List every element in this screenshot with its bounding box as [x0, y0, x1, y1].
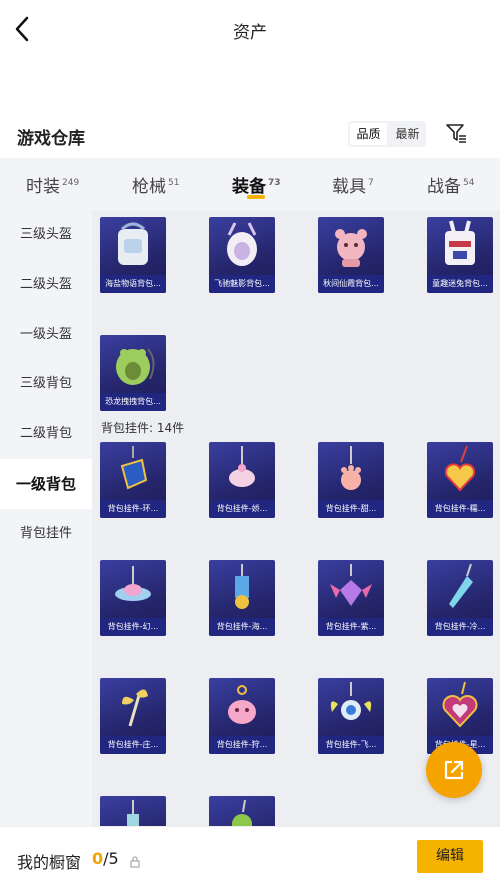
- tab-fashion[interactable]: 时装 249: [26, 172, 79, 197]
- pendant-icon: [449, 563, 473, 608]
- pendant-icon: [442, 681, 478, 728]
- item-caption: 背包挂件-紫...: [318, 618, 384, 636]
- item-caption: 背包挂件-娇...: [209, 500, 275, 518]
- item-caption: 背包挂件-庄...: [100, 736, 166, 754]
- share-icon: [444, 760, 464, 780]
- tab-vehicles[interactable]: 载具 7: [332, 172, 374, 197]
- edit-button[interactable]: 编辑: [417, 840, 483, 873]
- page-title: 资产: [233, 23, 267, 43]
- pendant-icon: [229, 446, 255, 487]
- sidebar-item-level1-helmet[interactable]: 一级头盔: [0, 310, 92, 360]
- tab-guns[interactable]: 枪械 51: [132, 172, 179, 197]
- pendant-icon: [120, 446, 148, 490]
- item-card[interactable]: 恐龙拽拽背包...: [100, 335, 166, 411]
- item-caption: 飞驰魅影背包...: [209, 275, 275, 293]
- pendant-icon: [127, 800, 139, 826]
- sidebar-item-backpack-pendant[interactable]: 背包挂件: [0, 509, 92, 559]
- item-caption: 背包挂件-海...: [209, 618, 275, 636]
- tab-count: 249: [62, 178, 80, 188]
- lock-icon: [130, 853, 140, 868]
- pendant-icon: [341, 446, 361, 490]
- showcase-current: 0: [92, 849, 104, 868]
- item-card[interactable]: 童趣迷兔背包...: [427, 217, 493, 293]
- sidebar-item-level2-backpack[interactable]: 二级背包: [0, 409, 92, 459]
- item-caption: 背包挂件-甜...: [318, 500, 384, 518]
- pendant-icon: [444, 445, 476, 492]
- tab-label: 战备: [427, 177, 461, 197]
- item-grid: 海盐物语背包... 飞驰魅影背包... 秋间仙霞背包... 童趣迷兔背包... …: [92, 210, 500, 826]
- item-card[interactable]: 背包挂件-冷...: [427, 560, 493, 636]
- item-caption: 背包挂件-飞...: [318, 736, 384, 754]
- sort-toggle: 品质 最新: [348, 121, 426, 147]
- item-card[interactable]: 背包挂件-紫...: [318, 560, 384, 636]
- item-caption: 童趣迷兔背包...: [427, 275, 493, 293]
- pendant-icon: [330, 682, 372, 720]
- item-caption: 秋间仙霞背包...: [318, 275, 384, 293]
- sort-newest-option[interactable]: 最新: [389, 121, 426, 147]
- item-card[interactable]: 背包挂件-狩...: [209, 678, 275, 754]
- item-card[interactable]: 背包挂件-环...: [100, 442, 166, 518]
- item-card[interactable]: 飞驰魅影背包...: [209, 217, 275, 293]
- tab-combat-gear[interactable]: 战备 54: [427, 172, 474, 197]
- item-card[interactable]: [100, 796, 166, 826]
- backpack-icon: [118, 222, 148, 265]
- pendant-icon: [330, 564, 372, 606]
- item-card[interactable]: 背包挂件-娇...: [209, 442, 275, 518]
- section-label: 背包挂件: 14件: [101, 421, 185, 435]
- item-caption: 背包挂件-冷...: [427, 618, 493, 636]
- pendant-icon: [115, 566, 151, 601]
- active-tab-indicator: [247, 195, 265, 199]
- tab-count: 54: [463, 178, 475, 188]
- tab-label: 枪械: [132, 177, 166, 197]
- backpack-icon: [227, 222, 257, 266]
- pendant-icon: [228, 685, 256, 724]
- item-card[interactable]: 秋间仙霞背包...: [318, 217, 384, 293]
- backpack-icon: [445, 220, 475, 265]
- item-caption: 背包挂件-环...: [100, 500, 166, 518]
- tab-label: 时装: [26, 177, 60, 197]
- warehouse-title: 游戏仓库: [17, 129, 85, 149]
- share-button[interactable]: [426, 742, 482, 798]
- item-caption: 恐龙拽拽背包...: [100, 393, 166, 411]
- item-card[interactable]: 背包挂件-海...: [209, 560, 275, 636]
- item-caption: 背包挂件-幻...: [100, 618, 166, 636]
- tab-label: 装备: [232, 177, 266, 197]
- item-card[interactable]: 背包挂件-甜...: [318, 442, 384, 518]
- sort-quality-option[interactable]: 品质: [350, 123, 387, 145]
- sidebar: 三级头盔 二级头盔 一级头盔 三级背包 二级背包 一级背包 背包挂件: [0, 210, 92, 826]
- sidebar-item-level3-helmet[interactable]: 三级头盔: [0, 210, 92, 260]
- tab-count: 7: [368, 178, 374, 188]
- item-card[interactable]: 背包挂件-庄...: [100, 678, 166, 754]
- item-caption: 背包挂件-狩...: [209, 736, 275, 754]
- item-card[interactable]: 背包挂件-糯...: [427, 442, 493, 518]
- showcase-label: 我的橱窗: [17, 853, 82, 872]
- top-bar: 资产: [0, 0, 500, 58]
- tab-count: 51: [168, 178, 180, 188]
- item-caption: 海盐物语背包...: [100, 275, 166, 293]
- pendant-icon: [232, 799, 252, 826]
- tab-equipment[interactable]: 装备 73: [232, 172, 281, 197]
- sidebar-item-level2-helmet[interactable]: 二级头盔: [0, 260, 92, 310]
- sidebar-item-level3-backpack[interactable]: 三级背包: [0, 359, 92, 409]
- item-card[interactable]: 海盐物语背包...: [100, 217, 166, 293]
- showcase-total: /5: [103, 849, 119, 868]
- pendant-icon: [235, 564, 249, 609]
- category-tabs: 时装 249 枪械 51 装备 73 载具 7 战备 54: [0, 158, 500, 210]
- showcase-count: 0/5: [92, 849, 119, 868]
- backpack-icon: [116, 348, 155, 385]
- item-card[interactable]: [209, 796, 275, 826]
- bottom-bar: 我的橱窗 0/5 编辑: [0, 826, 500, 885]
- item-card[interactable]: 背包挂件-幻...: [100, 560, 166, 636]
- item-card[interactable]: 背包挂件-飞...: [318, 678, 384, 754]
- pendant-icon: [122, 689, 148, 727]
- sidebar-item-level1-backpack[interactable]: 一级背包: [0, 459, 92, 509]
- backpack-icon: [335, 229, 367, 267]
- tab-count: 73: [268, 178, 281, 188]
- filter-icon[interactable]: [444, 121, 468, 145]
- item-caption: 背包挂件-糯...: [427, 500, 493, 518]
- tab-label: 载具: [332, 177, 366, 197]
